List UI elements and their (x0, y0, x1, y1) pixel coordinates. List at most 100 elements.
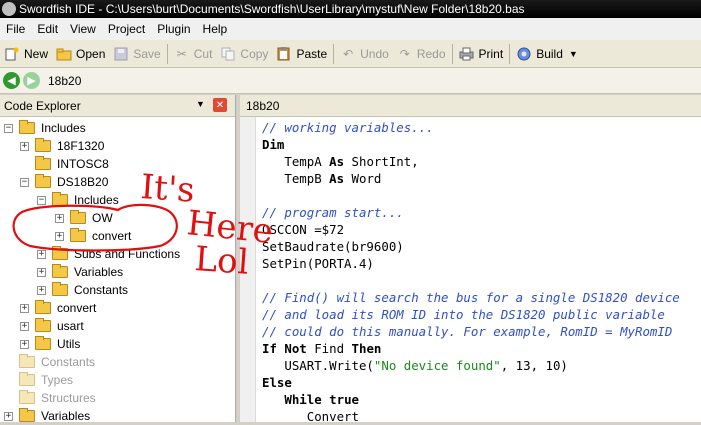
code-line: OSCCON =$72 (262, 222, 344, 239)
code-token: , 13, 10) (500, 358, 568, 373)
paste-label: Paste (296, 46, 328, 61)
code-token: Word (344, 171, 382, 186)
tree-node-label: Types (41, 373, 74, 387)
code-explorer-header: Code Explorer ▼ ✕ (0, 95, 235, 117)
editor-gutter (240, 117, 256, 422)
expand-icon[interactable]: + (55, 231, 64, 241)
expand-icon[interactable]: + (55, 213, 64, 223)
expand-icon[interactable]: + (20, 141, 29, 151)
code-token: // program start... (262, 205, 404, 220)
redo-button[interactable]: ↷ Redo (393, 42, 450, 66)
expand-icon[interactable]: + (37, 285, 46, 295)
code-token: Dim (262, 137, 285, 152)
cut-button[interactable]: ✂ Cut (170, 42, 217, 66)
tree-node-structures[interactable]: Structures (19, 389, 96, 407)
tree-node-types[interactable]: Types (19, 371, 73, 389)
back-arrow-icon[interactable]: ◀ (3, 72, 20, 89)
folder-icon (19, 120, 35, 134)
code-token: As (329, 171, 345, 186)
toolbar-divider (166, 43, 168, 64)
folder-icon (19, 408, 35, 422)
code-line: Convert (262, 409, 359, 422)
save-disk-icon (113, 46, 129, 62)
code-token: Then (351, 341, 382, 356)
expand-icon[interactable]: + (20, 339, 29, 349)
swordfish-app-icon[interactable] (2, 2, 16, 16)
tree-node-convert[interactable]: + convert (20, 299, 96, 317)
folder-icon (35, 156, 51, 170)
tree-node-intosc8[interactable]: INTOSC8 (35, 155, 109, 173)
toolbar-divider (333, 43, 335, 64)
tree-node-ds18b20[interactable]: − DS18B20 (20, 173, 108, 191)
tree-node-includes[interactable]: − Includes (4, 119, 86, 137)
code-line: While true (262, 392, 359, 409)
menu-edit[interactable]: Edit (31, 22, 64, 36)
code-token: USART.Write( (262, 358, 374, 373)
code-token: SetBaudrate(br9600) (262, 239, 404, 254)
menu-file[interactable]: File (0, 22, 31, 36)
toolbar-divider (451, 43, 453, 64)
editor-tab[interactable]: 18b20 (240, 95, 701, 117)
collapse-icon[interactable]: − (37, 195, 46, 205)
build-dropdown-icon[interactable]: ▼ (569, 49, 578, 59)
tree-node-convert-nested[interactable]: + convert (55, 227, 131, 245)
tree-node-ow[interactable]: + OW (55, 209, 113, 227)
code-token: Find (306, 341, 352, 356)
close-panel-icon[interactable]: ✕ (213, 98, 227, 112)
menu-view[interactable]: View (64, 22, 102, 36)
expand-icon[interactable]: + (4, 411, 13, 421)
tree-node-usart[interactable]: + usart (20, 317, 84, 335)
expand-icon[interactable]: + (37, 267, 46, 277)
tree-node-subs-and-functions[interactable]: + Subs and Functions (37, 245, 180, 263)
code-line: // working variables... (262, 120, 434, 137)
tree-node-label: Structures (41, 391, 96, 405)
menu-plugin[interactable]: Plugin (151, 22, 196, 36)
code-token: OSCCON =$72 (262, 222, 345, 237)
folder-icon (19, 390, 35, 404)
folder-icon (52, 264, 68, 278)
menu-project[interactable]: Project (102, 22, 151, 36)
copy-button[interactable]: Copy (216, 42, 272, 66)
scissors-icon: ✂ (176, 46, 187, 61)
code-editor[interactable]: // working variables... Dim TempA As Shor… (256, 117, 701, 422)
code-token: If Not (262, 341, 307, 356)
tree-node-variables[interactable]: + Variables (4, 407, 90, 425)
save-button[interactable]: Save (109, 42, 164, 66)
tree-node-ds18b20-includes[interactable]: − Includes (37, 191, 119, 209)
tree-node-constants-nested[interactable]: + Constants (37, 281, 128, 299)
tree-node-label: Includes (74, 193, 119, 207)
open-button[interactable]: Open (52, 42, 109, 66)
expand-icon[interactable]: + (20, 303, 29, 313)
copy-label: Copy (240, 46, 269, 61)
tree-node-utils[interactable]: + Utils (20, 335, 80, 353)
code-token: ShortInt, (344, 154, 419, 169)
tree-node-constants[interactable]: Constants (19, 353, 95, 371)
code-line: Dim (262, 137, 284, 154)
tree-node-variables-nested[interactable]: + Variables (37, 263, 123, 281)
code-token: TempA (262, 154, 330, 169)
undo-button[interactable]: ↶ Undo (336, 42, 393, 66)
tree-node-18f1320[interactable]: + 18F1320 (20, 137, 104, 155)
panel-dropdown-icon[interactable]: ▼ (196, 99, 205, 109)
undo-label: Undo (360, 46, 389, 61)
tree-node-label: convert (92, 229, 132, 243)
menu-bar: File Edit View Project Plugin Help (0, 18, 701, 40)
code-line: // Find() will search the bus for a sing… (262, 290, 680, 307)
expand-icon[interactable]: + (37, 249, 46, 259)
menu-help[interactable]: Help (197, 22, 234, 36)
window-title: Swordfish IDE - C:\Users\burt\Documents\… (19, 2, 525, 16)
tree-node-label: INTOSC8 (57, 157, 109, 171)
paste-button[interactable]: Paste (272, 42, 331, 66)
editor-tab-label: 18b20 (246, 98, 280, 113)
collapse-icon[interactable]: − (20, 177, 29, 187)
forward-arrow-icon[interactable]: ▶ (23, 72, 40, 89)
code-token: Else (262, 375, 292, 390)
build-button[interactable]: Build ▼ (512, 42, 582, 66)
expand-icon[interactable]: + (20, 321, 29, 331)
collapse-icon[interactable]: − (4, 123, 13, 133)
new-button[interactable]: New (0, 42, 52, 66)
navigation-bar: ◀ ▶ 18b20 (0, 68, 701, 94)
folder-icon (35, 336, 51, 350)
code-token: As (329, 154, 345, 169)
print-button[interactable]: Print (455, 42, 508, 66)
